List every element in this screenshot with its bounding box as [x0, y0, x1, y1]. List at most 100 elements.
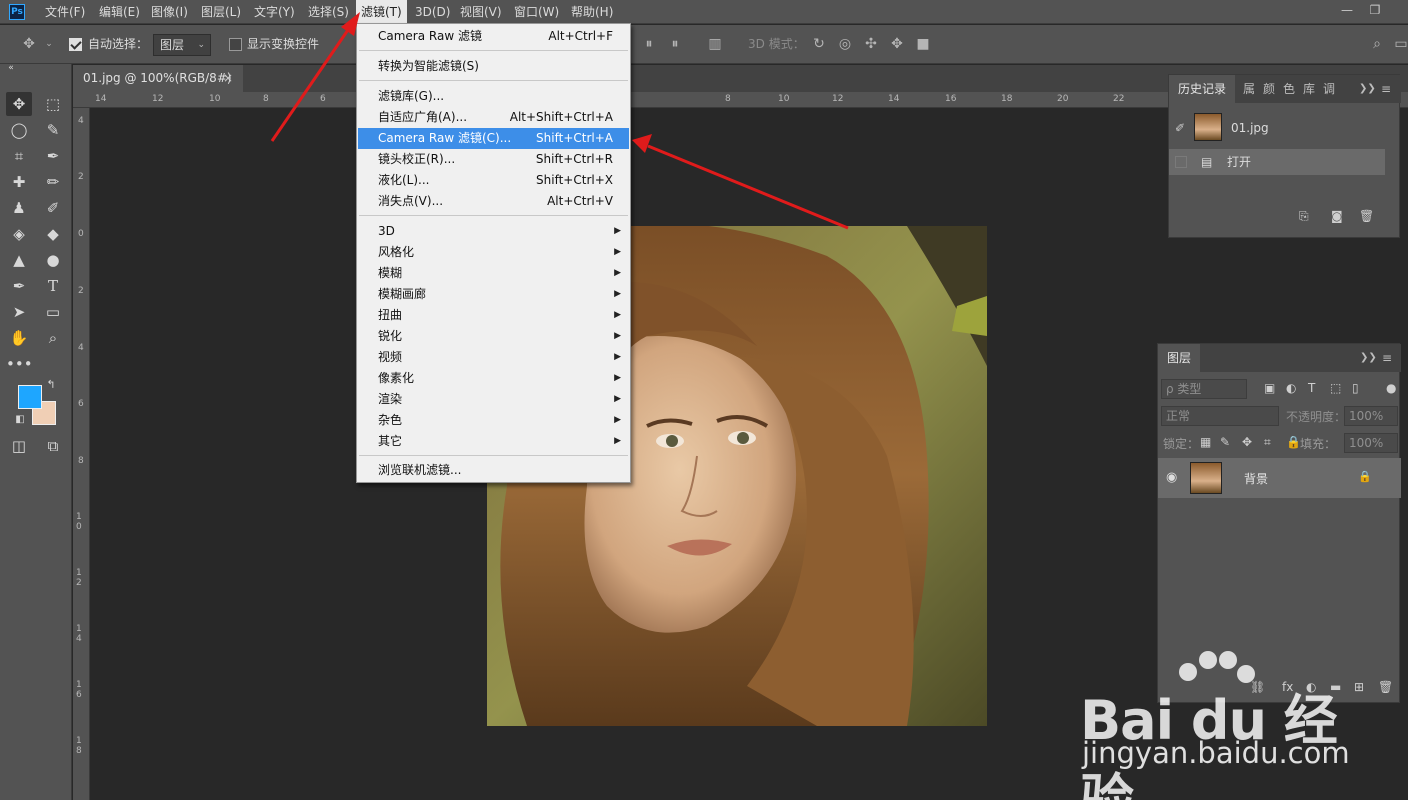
panel-menu-icon[interactable]: ≡: [1381, 75, 1391, 103]
history-brush-icon[interactable]: ✐: [40, 196, 66, 220]
menu-item-other[interactable]: 其它 ▶: [358, 431, 629, 452]
lock-all-icon[interactable]: 🔒: [1286, 435, 1301, 449]
menu-item-stylize[interactable]: 风格化 ▶: [358, 242, 629, 263]
history-step[interactable]: ▤ 打开: [1169, 149, 1385, 175]
menu-item-filter-gallery[interactable]: 滤镜库(G)...: [358, 86, 629, 107]
fill-input[interactable]: 100%: [1344, 433, 1398, 453]
brush-tool-icon[interactable]: ✏: [40, 170, 66, 194]
lock-image-icon[interactable]: ✎: [1220, 435, 1230, 449]
scale-3d-icon[interactable]: ■: [914, 35, 932, 53]
align-right-icon[interactable]: ⏸: [666, 35, 684, 53]
menu-view[interactable]: 视图(V): [455, 0, 507, 24]
blend-mode-dropdown[interactable]: 正常: [1161, 406, 1279, 426]
screen-mode-icon[interactable]: ⧉: [40, 434, 66, 458]
restore-icon[interactable]: ❐: [1364, 2, 1386, 18]
menu-item-video[interactable]: 视频 ▶: [358, 347, 629, 368]
camera-icon[interactable]: ◙: [1331, 209, 1343, 223]
trash-icon[interactable]: 🗑: [1378, 680, 1393, 694]
menu-item-camera-raw-last[interactable]: Camera Raw 滤镜 Alt+Ctrl+F: [358, 26, 629, 47]
chevron-down-icon[interactable]: ⌄: [40, 35, 58, 53]
menu-item-browse-filters-online[interactable]: 浏览联机滤镜...: [358, 460, 629, 481]
tab-adjust-color[interactable]: 颜: [1263, 75, 1275, 103]
lasso-tool-icon[interactable]: ◯: [6, 118, 32, 142]
clone-stamp-icon[interactable]: ♟: [6, 196, 32, 220]
panel-menu-icon[interactable]: ≡: [1382, 344, 1392, 372]
menu-item-sharpen[interactable]: 锐化 ▶: [358, 326, 629, 347]
menu-item-convert-smart-filter[interactable]: 转换为智能滤镜(S): [358, 56, 629, 77]
sponge-tool-icon[interactable]: ●: [40, 248, 66, 272]
lock-transparent-icon[interactable]: ▦: [1200, 435, 1211, 449]
path-select-icon[interactable]: ➤: [6, 300, 32, 324]
foreground-color-swatch[interactable]: [18, 385, 42, 409]
menu-item-noise[interactable]: 杂色 ▶: [358, 410, 629, 431]
show-transform-checkbox[interactable]: [229, 38, 242, 51]
menu-item-vanishing-point[interactable]: 消失点(V)... Alt+Ctrl+V: [358, 191, 629, 212]
menu-item-adaptive-wide-angle[interactable]: 自适应广角(A)... Alt+Shift+Ctrl+A: [358, 107, 629, 128]
marquee-tool-icon[interactable]: ⬚: [40, 92, 66, 116]
healing-brush-icon[interactable]: ✚: [6, 170, 32, 194]
sharpen-tool-icon[interactable]: ▲: [6, 248, 32, 272]
visibility-eye-icon[interactable]: ◉: [1166, 470, 1177, 485]
filter-adjustment-icon[interactable]: ◐: [1286, 381, 1296, 395]
zoom-tool-icon[interactable]: ⌕: [40, 326, 66, 350]
hand-tool-icon[interactable]: ✋: [6, 326, 32, 350]
move-tool-icon[interactable]: ✥: [6, 92, 32, 116]
menu-image[interactable]: 图像(I): [146, 0, 193, 24]
slide-3d-icon[interactable]: ✥: [888, 35, 906, 53]
tab-libraries[interactable]: 库: [1303, 75, 1315, 103]
menu-select[interactable]: 选择(S): [303, 0, 354, 24]
paint-bucket-icon[interactable]: ◆: [40, 222, 66, 246]
search-icon[interactable]: ⌕: [1368, 35, 1386, 53]
opacity-input[interactable]: 100%: [1344, 406, 1398, 426]
rectangle-tool-icon[interactable]: ▭: [40, 300, 66, 324]
menu-item-render[interactable]: 渲染 ▶: [358, 389, 629, 410]
minimize-icon[interactable]: —: [1336, 2, 1358, 18]
history-snapshot[interactable]: ✐ 01.jpg: [1169, 113, 1385, 141]
menu-item-distort[interactable]: 扭曲 ▶: [358, 305, 629, 326]
swap-colors-icon[interactable]: ↰: [44, 378, 58, 392]
roll-3d-icon[interactable]: ◎: [836, 35, 854, 53]
layer-row[interactable]: ◉ 背景 🔒: [1158, 458, 1401, 498]
layer-filter-dropdown[interactable]: ρ 类型: [1161, 379, 1247, 399]
pen-tool-icon[interactable]: ✒: [6, 274, 32, 298]
move-tool-icon[interactable]: ✥: [20, 35, 38, 53]
quick-mask-icon[interactable]: ◫: [6, 434, 32, 458]
menu-type[interactable]: 文字(Y): [249, 0, 300, 24]
tab-properties[interactable]: 属: [1243, 75, 1255, 103]
menu-item-camera-raw[interactable]: Camera Raw 滤镜(C)... Shift+Ctrl+A: [358, 128, 629, 149]
filter-shape-icon[interactable]: ⬚: [1330, 381, 1341, 395]
quick-select-tool-icon[interactable]: ✎: [40, 118, 66, 142]
collapse-icon[interactable]: «: [4, 62, 18, 74]
menu-item-pixelate[interactable]: 像素化 ▶: [358, 368, 629, 389]
menu-help[interactable]: 帮助(H): [566, 0, 618, 24]
auto-select-target-dropdown[interactable]: 图层 ⌄: [153, 34, 211, 56]
type-tool-icon[interactable]: T: [40, 274, 66, 298]
more-tools-icon[interactable]: •••: [6, 352, 33, 376]
menu-window[interactable]: 窗口(W): [509, 0, 564, 24]
lock-position-icon[interactable]: ✥: [1242, 435, 1252, 449]
trash-icon[interactable]: 🗑: [1359, 209, 1374, 223]
close-icon[interactable]: ×: [223, 65, 233, 92]
new-document-from-state-icon[interactable]: ⎘: [1299, 209, 1309, 224]
distribute-icon[interactable]: ▥: [706, 35, 724, 53]
filter-toggle-icon[interactable]: ●: [1386, 381, 1396, 395]
menu-layer[interactable]: 图层(L): [196, 0, 246, 24]
filter-type-icon[interactable]: T: [1308, 381, 1315, 395]
auto-select-checkbox[interactable]: [69, 38, 82, 51]
menu-edit[interactable]: 编辑(E): [94, 0, 145, 24]
rotate-3d-icon[interactable]: ↻: [810, 35, 828, 53]
crop-tool-icon[interactable]: ⌗: [6, 144, 32, 168]
tab-history[interactable]: 历史记录: [1169, 75, 1235, 103]
tab-layers[interactable]: 图层: [1158, 344, 1200, 372]
menu-3d[interactable]: 3D(D): [410, 0, 455, 24]
menu-item-3d[interactable]: 3D ▶: [358, 221, 629, 242]
filter-smart-object-icon[interactable]: ▯: [1352, 381, 1359, 395]
menu-item-lens-correction[interactable]: 镜头校正(R)... Shift+Ctrl+R: [358, 149, 629, 170]
menu-item-blur-gallery[interactable]: 模糊画廊 ▶: [358, 284, 629, 305]
menu-file[interactable]: 文件(F): [40, 0, 90, 24]
panel-expand-icon[interactable]: ❯❯: [1359, 75, 1376, 103]
eraser-tool-icon[interactable]: ◈: [6, 222, 32, 246]
history-source-checkbox[interactable]: [1175, 156, 1187, 168]
tab-adjustments[interactable]: 调: [1323, 75, 1335, 103]
menu-item-liquify[interactable]: 液化(L)... Shift+Ctrl+X: [358, 170, 629, 191]
